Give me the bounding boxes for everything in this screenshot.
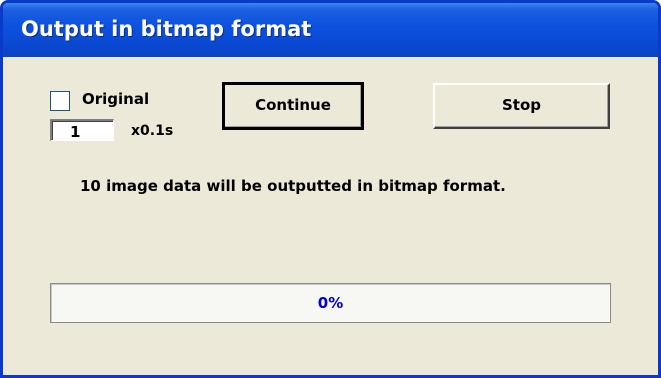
original-label[interactable]: Original: [82, 90, 149, 108]
title-bar[interactable]: Output in bitmap format: [3, 3, 658, 57]
dialog-window: Output in bitmap format Original 1 x0.1s…: [0, 0, 661, 378]
stop-button[interactable]: Stop: [433, 83, 610, 129]
dialog-body: Original 1 x0.1s Continue Stop 10 image …: [3, 57, 658, 375]
progress-percent-label: 0%: [317, 294, 344, 312]
continue-button[interactable]: Continue: [222, 82, 364, 130]
interval-unit-label: x0.1s: [131, 123, 174, 139]
window-title: Output in bitmap format: [21, 17, 312, 41]
original-checkbox[interactable]: [50, 91, 70, 111]
progress-bar: 0%: [50, 283, 611, 323]
status-message: 10 image data will be outputted in bitma…: [80, 177, 506, 195]
interval-input[interactable]: 1: [50, 119, 114, 141]
